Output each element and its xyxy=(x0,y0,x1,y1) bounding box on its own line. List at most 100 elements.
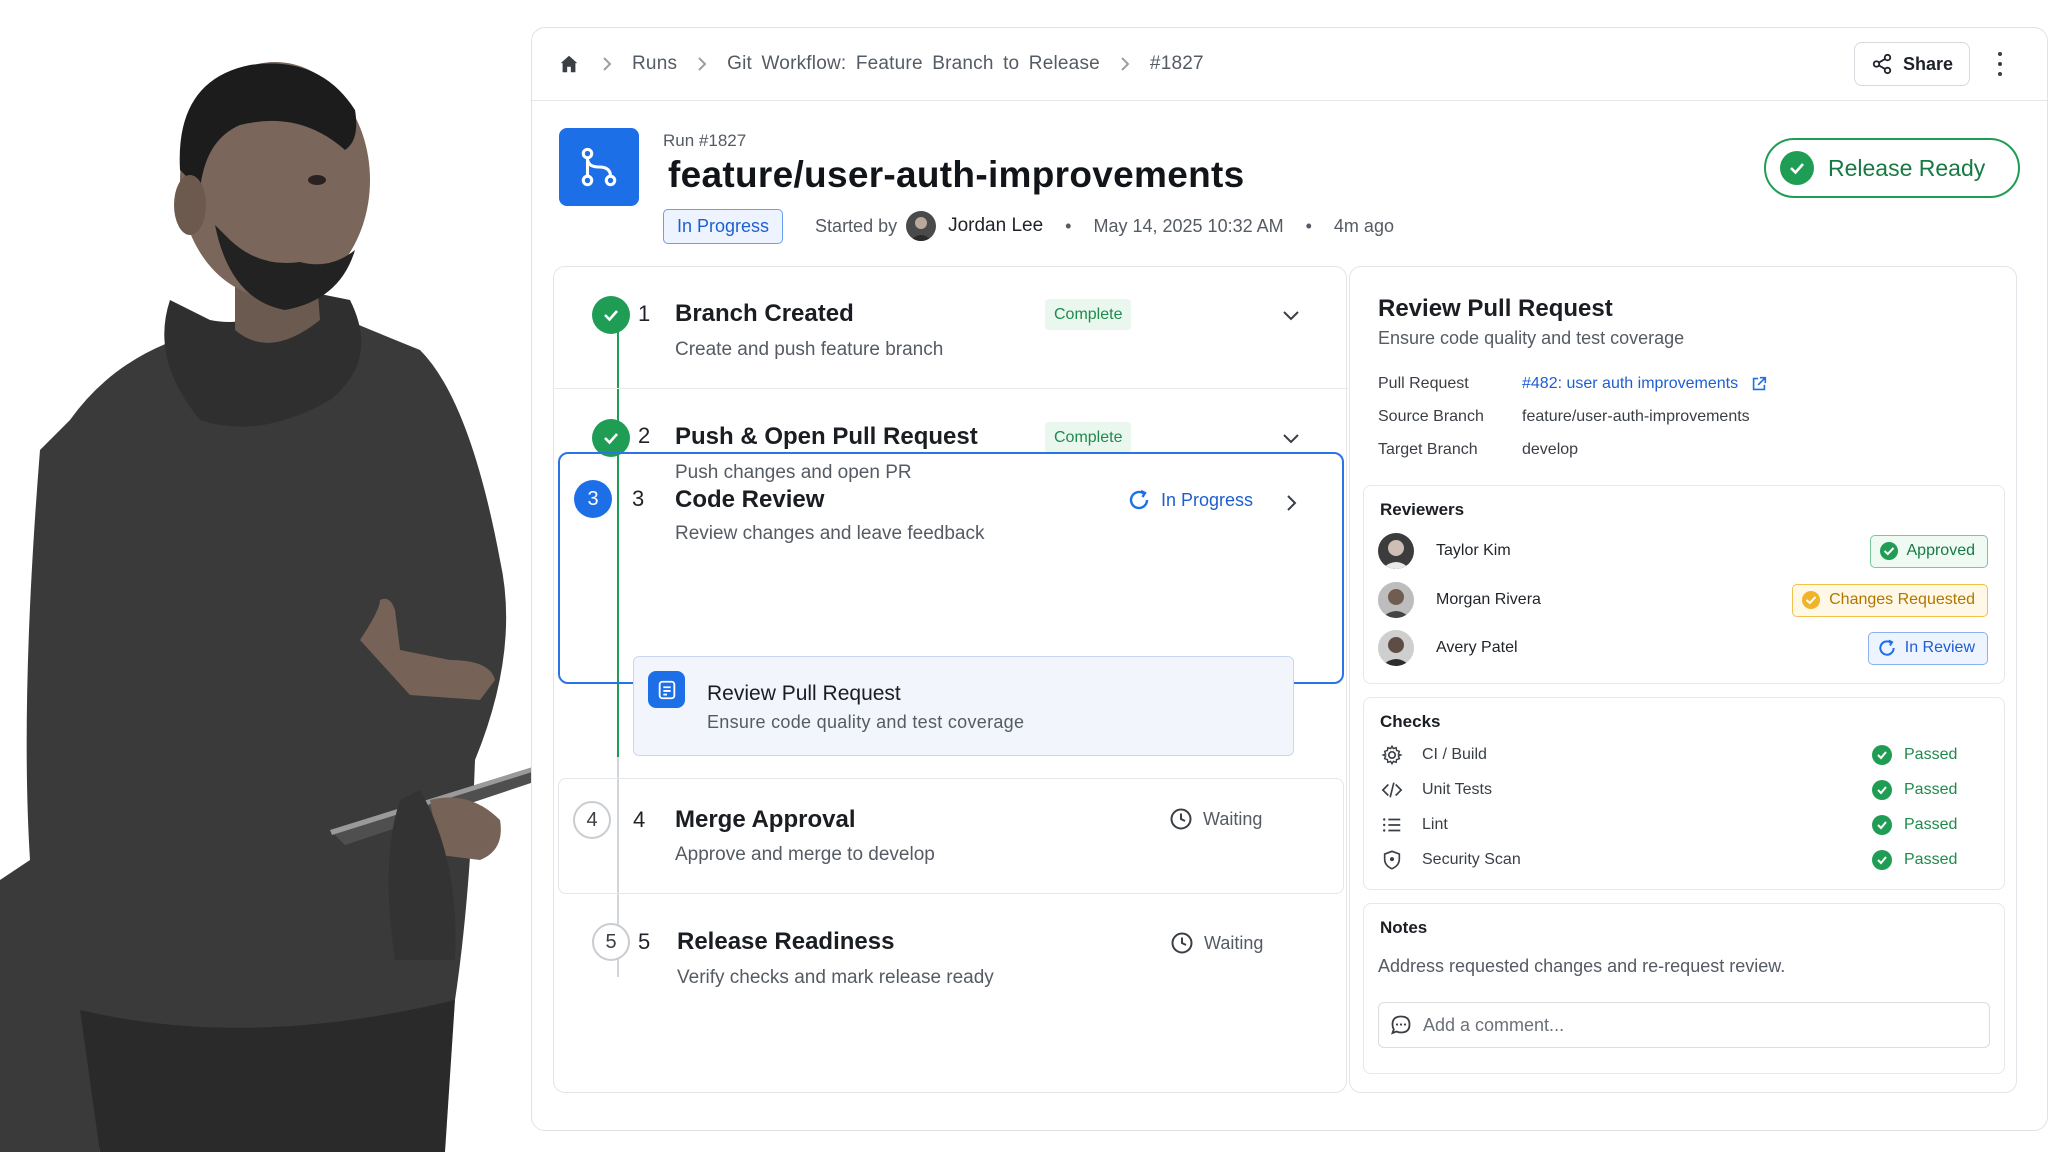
run-relative-time: 4m ago xyxy=(1333,215,1394,236)
reviewer-status-badge: In Review xyxy=(1867,631,1988,665)
field-label: Source Branch xyxy=(1378,408,1484,425)
reviewer-status: Approved xyxy=(1906,542,1976,559)
step-number: 2 xyxy=(638,423,651,448)
check-status: Passed xyxy=(1872,850,1957,870)
check-circle-icon xyxy=(1872,780,1892,800)
step-description: Verify checks and mark release ready xyxy=(677,967,994,988)
reviewer-status: In Review xyxy=(1904,639,1975,656)
step-indicator: 3 xyxy=(574,480,612,518)
step-description: Approve and merge to develop xyxy=(675,844,935,865)
more-menu-icon[interactable] xyxy=(1992,48,2008,80)
field-label: Target Branch xyxy=(1378,441,1478,458)
status-badge: Complete xyxy=(1045,299,1132,330)
step-4[interactable]: 4 4 Merge Approval Approve and merge to … xyxy=(558,778,1344,894)
chevron-right-icon xyxy=(1100,56,1150,72)
step-title: Push & Open Pull Request xyxy=(675,423,978,450)
field-label: Pull Request xyxy=(1378,375,1469,392)
detail-panel: Review Pull Request Ensure code quality … xyxy=(1349,266,2017,1093)
detail-subtitle: Ensure code quality and test coverage xyxy=(1378,328,1685,348)
check-circle-icon xyxy=(1872,815,1892,835)
share-icon xyxy=(1872,53,1892,75)
step-number: 5 xyxy=(638,929,651,954)
shield-icon xyxy=(1380,848,1404,872)
run-date: May 14, 2025 10:32 AM xyxy=(1093,215,1284,236)
check-circle-icon xyxy=(1879,542,1898,560)
notes-text: Address requested changes and re-request… xyxy=(1378,956,1786,976)
chevron-right-icon[interactable] xyxy=(1280,492,1302,514)
pull-request-link[interactable]: #482: user auth improvements xyxy=(1522,375,1768,393)
refresh-icon xyxy=(1879,639,1895,656)
checks-section: Checks CI / Build Passed Unit Tests Pass… xyxy=(1363,697,2005,890)
reviewer-row[interactable]: Taylor Kim Approved xyxy=(1378,531,1988,571)
reviewers-section: Reviewers Taylor Kim Approved Morgan Riv… xyxy=(1363,485,2005,684)
check-status-label: Passed xyxy=(1904,746,1958,763)
comment-input[interactable]: Add a comment... xyxy=(1378,1002,1990,1048)
subtask-title: Review Pull Request xyxy=(707,682,901,705)
share-button[interactable]: Share xyxy=(1854,42,1970,86)
detail-title: Review Pull Request xyxy=(1378,295,1613,322)
step-title: Merge Approval xyxy=(675,806,856,833)
step-title: Code Review xyxy=(675,486,825,513)
check-row[interactable]: CI / Build Passed xyxy=(1380,740,1980,770)
reviewer-name: Taylor Kim xyxy=(1436,542,1511,559)
pull-request-value[interactable]: #482: user auth improvements xyxy=(1522,375,1738,393)
list-icon xyxy=(1380,813,1404,837)
check-circle-icon xyxy=(1802,591,1821,609)
home-icon[interactable] xyxy=(556,51,582,77)
status-badge: In Progress xyxy=(663,208,784,244)
breadcrumb-workflow[interactable]: Git Workflow: Feature Branch to Release xyxy=(727,53,1100,75)
check-row[interactable]: Unit Tests Passed xyxy=(1380,775,1980,805)
avatar xyxy=(906,211,937,241)
status-label: Waiting xyxy=(1204,932,1264,953)
check-name: Unit Tests xyxy=(1422,781,1492,798)
started-by-user[interactable]: Jordan Lee xyxy=(948,215,1043,237)
reviewer-name: Avery Patel xyxy=(1436,639,1518,656)
step-5[interactable]: 5 5 Release Readiness Verify checks and … xyxy=(554,903,1348,1023)
step-indicator: 4 xyxy=(573,801,611,839)
step-number: 4 xyxy=(633,807,646,832)
reviewer-status: Changes Requested xyxy=(1829,591,1975,608)
step-number: 3 xyxy=(632,486,645,511)
step-3[interactable]: 3 3 Code Review Review changes and leave… xyxy=(558,452,1344,684)
check-circle-icon xyxy=(1872,850,1892,870)
status-in-progress: In Progress xyxy=(1127,488,1253,512)
check-status-label: Passed xyxy=(1904,851,1958,868)
subtask-card[interactable]: Review Pull Request Ensure code quality … xyxy=(633,656,1294,756)
step-1[interactable]: 1 Branch Created Create and push feature… xyxy=(554,267,1348,387)
chevron-right-icon xyxy=(677,56,727,72)
reviewer-row[interactable]: Morgan Rivera Changes Requested xyxy=(1378,580,1988,620)
check-row[interactable]: Lint Passed xyxy=(1380,810,1980,840)
breadcrumb-run-id: #1827 xyxy=(1149,53,1204,74)
page-title: feature/user-auth-improvements xyxy=(668,154,1245,195)
check-status: Passed xyxy=(1872,780,1957,800)
step-description: Create and push feature branch xyxy=(675,339,944,360)
refresh-icon xyxy=(1129,489,1149,510)
gear-icon xyxy=(1380,743,1404,767)
check-status: Passed xyxy=(1872,815,1957,835)
comment-placeholder[interactable]: Add a comment... xyxy=(1423,1015,1564,1036)
separator-dot: • xyxy=(1065,215,1072,236)
step-description: Review changes and leave feedback xyxy=(675,523,985,544)
avatar xyxy=(1378,533,1414,569)
notes-section: Notes Address requested changes and re-r… xyxy=(1363,903,2005,1074)
reviewers-title: Reviewers xyxy=(1380,500,1465,519)
status-waiting: Waiting xyxy=(1170,931,1263,955)
check-status-label: Passed xyxy=(1904,781,1958,798)
step-number: 1 xyxy=(638,301,651,326)
step-indicator: 5 xyxy=(592,923,630,961)
branch-icon xyxy=(559,128,639,206)
check-status-label: Passed xyxy=(1904,816,1958,833)
avatar xyxy=(1378,630,1414,666)
breadcrumb-runs[interactable]: Runs xyxy=(632,53,677,75)
chevron-down-icon[interactable] xyxy=(1280,427,1302,449)
reviewer-status-badge: Changes Requested xyxy=(1792,583,1988,617)
release-ready-button[interactable]: Release Ready xyxy=(1764,138,2020,198)
check-name: Lint xyxy=(1422,816,1448,833)
external-link-icon[interactable] xyxy=(1750,375,1768,393)
check-row[interactable]: Security Scan Passed xyxy=(1380,845,1980,875)
reviewer-row[interactable]: Avery Patel In Review xyxy=(1378,628,1988,668)
checks-title: Checks xyxy=(1380,712,1441,731)
chevron-down-icon[interactable] xyxy=(1280,304,1302,326)
run-id: Run #1827 xyxy=(663,131,747,150)
step-title: Release Readiness xyxy=(677,928,895,955)
